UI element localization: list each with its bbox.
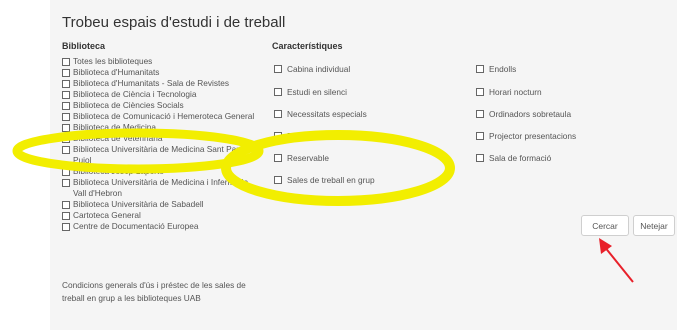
library-label: Biblioteca Josep Laporte <box>73 166 164 176</box>
checkbox[interactable] <box>476 132 484 140</box>
feature-option[interactable]: Pissarra <box>274 131 317 141</box>
checkbox[interactable] <box>274 154 282 162</box>
conditions-link[interactable]: Condicions generals d'ús i préstec de le… <box>62 279 262 305</box>
feature-label: Endolls <box>489 64 517 74</box>
clear-button[interactable]: Netejar <box>633 215 675 236</box>
checkbox[interactable] <box>62 168 70 176</box>
checkbox[interactable] <box>476 154 484 162</box>
feature-option[interactable]: Necessitats especials <box>274 109 367 119</box>
library-label: Centre de Documentació Europea <box>73 221 199 231</box>
library-option[interactable]: Biblioteca de Medicina <box>62 122 258 133</box>
library-option[interactable]: Biblioteca d'Humanitats <box>62 67 258 78</box>
feature-option[interactable]: Ordinadors sobretaula <box>476 109 571 119</box>
feature-option[interactable]: Horari nocturn <box>476 87 542 97</box>
checkbox[interactable] <box>62 113 70 121</box>
library-option[interactable]: Totes les biblioteques <box>62 56 258 67</box>
library-label: Biblioteca de Ciències Socials <box>73 100 184 110</box>
checkbox[interactable] <box>62 146 70 154</box>
feature-option[interactable]: Estudi en silenci <box>274 87 347 97</box>
feature-label: Ordinadors sobretaula <box>489 109 572 119</box>
library-option[interactable]: Biblioteca Josep Laporte <box>62 166 258 177</box>
library-label: Totes les biblioteques <box>73 56 153 66</box>
feature-option[interactable]: Cabina individual <box>274 64 350 74</box>
feature-label: Reservable <box>287 153 329 163</box>
checkbox[interactable] <box>274 110 282 118</box>
library-label: Biblioteca de Medicina <box>73 122 157 132</box>
checkbox[interactable] <box>62 69 70 77</box>
library-label: Biblioteca de Ciència i Tecnologia <box>73 89 197 99</box>
library-option[interactable]: Centre de Documentació Europea <box>62 221 258 232</box>
library-option[interactable]: Biblioteca Universitària de Sabadell <box>62 199 258 210</box>
library-label: Biblioteca Universitària de Medicina San… <box>73 144 246 165</box>
library-option[interactable]: Biblioteca Universitària de Medicina San… <box>62 144 258 166</box>
features-heading: Característiques <box>272 41 343 51</box>
library-label: Biblioteca d'Humanitats <box>73 67 160 77</box>
library-label: Biblioteca Universitària de Sabadell <box>73 199 204 209</box>
checkbox[interactable] <box>274 176 282 184</box>
libraries-heading: Biblioteca <box>62 41 106 51</box>
checkbox[interactable] <box>62 58 70 66</box>
library-label: Biblioteca d'Humanitats - Sala de Revist… <box>73 78 230 88</box>
checkbox[interactable] <box>62 91 70 99</box>
checkbox[interactable] <box>62 135 70 143</box>
page-title: Trobeu espais d'estudi i de treball <box>62 14 286 31</box>
library-label: Biblioteca de Veterinària <box>73 133 163 143</box>
library-option[interactable]: Biblioteca de Comunicació i Hemeroteca G… <box>62 111 258 122</box>
feature-label: Cabina individual <box>287 64 351 74</box>
checkbox[interactable] <box>62 124 70 132</box>
feature-label: Horari nocturn <box>489 87 542 97</box>
checkbox[interactable] <box>62 102 70 110</box>
library-option[interactable]: Biblioteca de Ciència i Tecnologia <box>62 89 258 100</box>
checkbox[interactable] <box>476 88 484 96</box>
feature-option[interactable]: Projector presentacions <box>476 131 576 141</box>
checkbox[interactable] <box>62 223 70 231</box>
search-button[interactable]: Cercar <box>581 215 629 236</box>
library-option[interactable]: Biblioteca d'Humanitats - Sala de Revist… <box>62 78 258 89</box>
feature-label: Estudi en silenci <box>287 87 347 97</box>
feature-label: Sales de treball en grup <box>287 175 375 185</box>
library-label: Biblioteca Universitària de Medicina i I… <box>73 177 249 198</box>
feature-option[interactable]: Sales de treball en grup <box>274 175 375 185</box>
library-option[interactable]: Biblioteca de Ciències Socials <box>62 100 258 111</box>
checkbox[interactable] <box>476 110 484 118</box>
feature-label: Necessitats especials <box>287 109 367 119</box>
library-list: Totes les biblioteques Biblioteca d'Huma… <box>62 56 258 232</box>
checkbox[interactable] <box>274 132 282 140</box>
feature-label: Sala de formació <box>489 153 552 163</box>
feature-label: Pissarra <box>287 131 318 141</box>
checkbox[interactable] <box>274 88 282 96</box>
checkbox[interactable] <box>476 65 484 73</box>
feature-option[interactable]: Endolls <box>476 64 516 74</box>
checkbox[interactable] <box>62 212 70 220</box>
library-label: Cartoteca General <box>73 210 141 220</box>
feature-option[interactable]: Reservable <box>274 153 329 163</box>
checkbox[interactable] <box>62 80 70 88</box>
feature-label: Projector presentacions <box>489 131 577 141</box>
checkbox[interactable] <box>62 179 70 187</box>
feature-option[interactable]: Sala de formació <box>476 153 551 163</box>
library-option[interactable]: Cartoteca General <box>62 210 258 221</box>
library-label: Biblioteca de Comunicació i Hemeroteca G… <box>73 111 255 121</box>
library-option[interactable]: Biblioteca de Veterinària <box>62 133 258 144</box>
library-option[interactable]: Biblioteca Universitària de Medicina i I… <box>62 177 258 199</box>
checkbox[interactable] <box>62 201 70 209</box>
checkbox[interactable] <box>274 65 282 73</box>
